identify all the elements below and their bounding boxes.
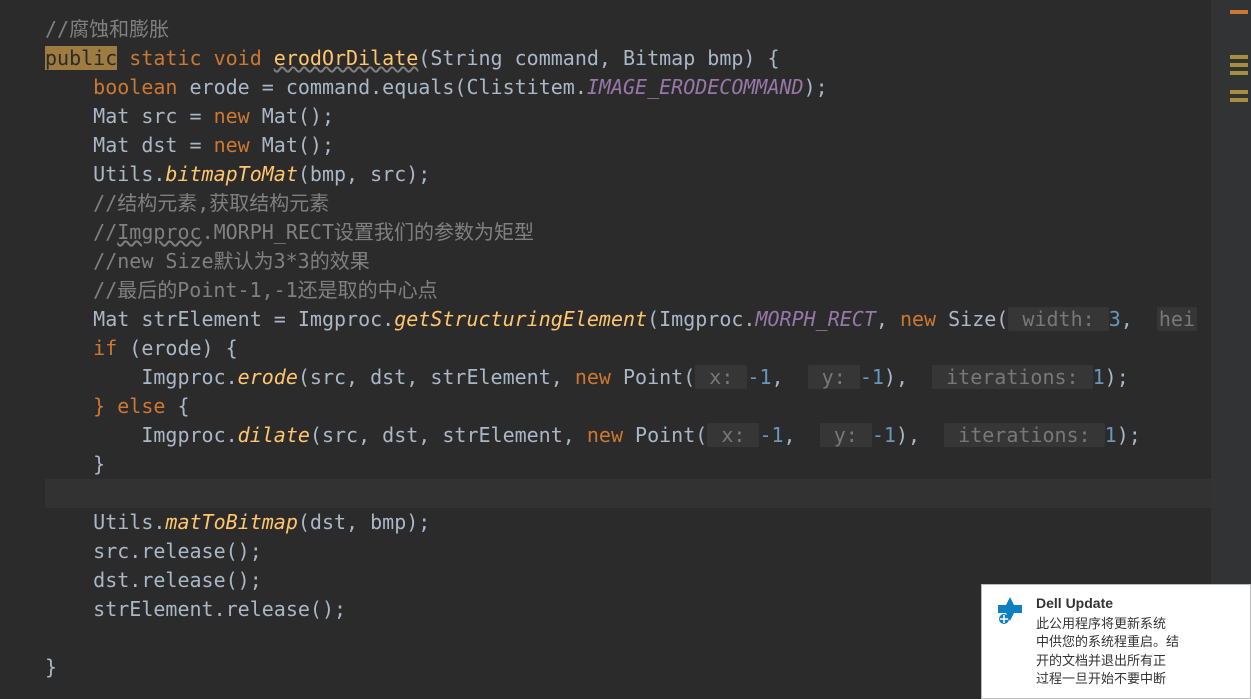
keyword-public: public — [45, 46, 117, 70]
notification-title: Dell Update — [1036, 595, 1238, 611]
code-editor[interactable]: //腐蚀和膨胀 public static void erodOrDilate(… — [0, 0, 1251, 682]
minimap-marker — [1230, 90, 1248, 94]
dell-update-notification[interactable]: Dell Update 此公用程序将更新系统 中供您的系统程重启。结 开的文档并… — [981, 584, 1251, 699]
minimap-marker — [1230, 55, 1248, 59]
dell-update-icon — [994, 595, 1026, 627]
minimap-marker — [1230, 71, 1248, 75]
minimap-marker — [1230, 98, 1248, 102]
minimap-marker — [1230, 10, 1248, 14]
minimap-marker — [1230, 63, 1248, 67]
comment: //腐蚀和膨胀 — [45, 17, 169, 41]
method-name: erodOrDilate — [274, 46, 419, 70]
caret-line — [45, 479, 1251, 508]
notification-body: 此公用程序将更新系统 中供您的系统程重启。结 开的文档并退出所有正 过程一旦开始… — [1036, 615, 1238, 688]
param-hint: width: — [1008, 307, 1108, 331]
